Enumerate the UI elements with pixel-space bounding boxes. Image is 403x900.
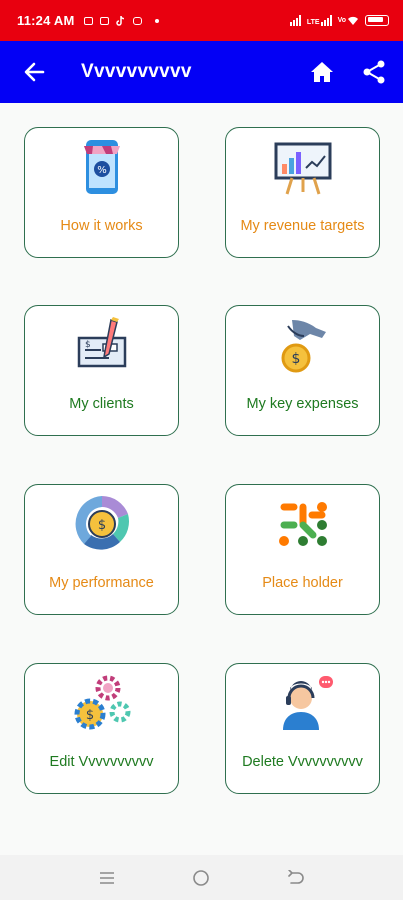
svg-text:$: $ [97,518,105,533]
tile-label: My clients [69,396,134,412]
app-bar: Vvvvvvvvvv [0,41,403,103]
home-icon [311,62,333,82]
page-title: Vvvvvvvvvv [81,61,192,82]
more-notifications-dot [155,18,160,23]
tile-delete[interactable]: Delete Vvvvvvvvvv [225,663,380,794]
vo-label: Vo [337,17,346,24]
lte-signal-icon: LTE [307,15,332,26]
svg-text:$: $ [85,340,91,350]
tile-label: How it works [60,218,143,234]
tile-my-clients[interactable]: $ My clients [24,305,179,436]
tile-label: My key expenses [246,396,359,412]
home-button[interactable] [307,57,337,87]
vowifi-icon: Vo [338,16,359,26]
back-button[interactable] [14,57,54,87]
tile-label: Place holder [262,575,343,591]
mail-alt-icon [100,16,110,25]
cheque-signing-icon: $ [71,314,133,376]
percent-store-icon: % [71,136,133,198]
tile-edit[interactable]: $ Edit Vvvvvvvvvv [24,663,179,794]
tile-my-performance[interactable]: $ My performance [24,484,179,615]
home-circle-icon [193,869,210,886]
svg-text:$: $ [85,708,93,723]
dashboard-grid: % How it works My revenue targets $ My c… [0,103,403,855]
instagram-icon [133,16,143,25]
share-icon [363,60,385,84]
tile-label: My performance [49,575,154,591]
home-nav-button[interactable] [186,863,216,893]
support-agent-icon [272,672,334,734]
tile-my-key-expenses[interactable]: $ My key expenses [225,305,380,436]
svg-text:$: $ [291,351,300,367]
coin-hand-icon: $ [272,314,334,376]
tile-label: Delete Vvvvvvvvvv [242,754,363,770]
status-right: LTE Vo [289,15,389,26]
system-nav-bar [0,855,403,900]
dots-pattern-icon [272,493,334,555]
tile-how-it-works[interactable]: % How it works [24,127,179,258]
tile-label: Edit Vvvvvvvvvv [49,754,154,770]
notification-icons [84,15,160,26]
tile-my-revenue-targets[interactable]: My revenue targets [225,127,380,258]
signal-icon [289,15,301,26]
back-arrow-icon [24,62,45,82]
mail-icon [84,16,94,25]
coin-gears-icon: $ [71,672,133,734]
tile-label: My revenue targets [240,218,365,234]
tiktok-icon [116,15,125,26]
share-button[interactable] [359,57,389,87]
presentation-chart-icon [272,136,334,198]
recents-icon [100,871,115,884]
svg-text:%: % [97,165,107,176]
tile-place-holder[interactable]: Place holder [225,484,380,615]
back-nav-icon [288,869,304,884]
lte-label: LTE [306,19,320,26]
back-nav-button[interactable] [281,863,311,893]
recents-button[interactable] [92,863,122,893]
battery-icon [365,15,389,26]
status-time: 11:24 AM [17,13,75,28]
status-bar: 11:24 AM LTE Vo [0,0,403,41]
coin-ring-chart-icon: $ [71,493,133,555]
